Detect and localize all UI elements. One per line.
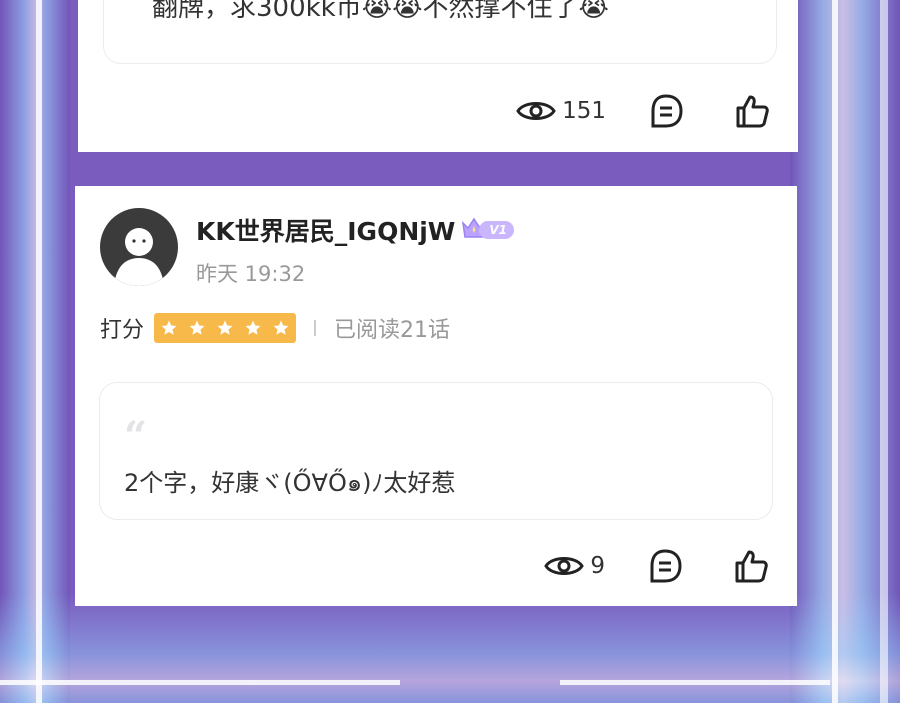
comment-quote-box: “ 2个字，好康ヾ(Ő∀Ő๑)ﾉ太好惹 (99, 382, 773, 520)
username[interactable]: KK世界居民_IGQNjW V1 (196, 212, 515, 248)
star-icon (212, 315, 239, 341)
comment-quote-box: 翻牌，求300kk币😭😭不然撑不住了😭 (103, 0, 777, 64)
view-count-button[interactable]: 9 (544, 552, 605, 580)
background-glow-bottom (0, 593, 900, 703)
comment-icon (647, 548, 683, 584)
vip-level: V1 (479, 221, 515, 239)
comment-card: 翻牌，求300kk币😭😭不然撑不住了😭 151 (78, 0, 798, 152)
comment-text: 翻牌，求300kk币😭😭不然撑不住了😭 (152, 0, 609, 23)
view-count-button[interactable]: 151 (516, 97, 606, 125)
like-button[interactable] (734, 93, 770, 129)
star-icon (184, 315, 211, 341)
avatar[interactable] (100, 208, 178, 286)
star-rating (154, 313, 297, 343)
username-text: KK世界居民_IGQNjW (196, 217, 456, 246)
star-icon (268, 315, 295, 341)
comment-actions: 9 (544, 548, 769, 584)
star-icon (156, 315, 183, 341)
eye-icon (544, 552, 585, 580)
star-icon (240, 315, 267, 341)
comment-icon (648, 93, 684, 129)
thumbs-up-icon (733, 548, 769, 584)
frame-line-bottom-left (0, 680, 400, 685)
view-count: 151 (562, 98, 606, 124)
reply-button[interactable] (648, 93, 684, 129)
background-glow-left (0, 0, 70, 703)
thumbs-up-icon (734, 93, 770, 129)
divider (314, 320, 317, 336)
comment-time: 昨天 19:32 (196, 262, 306, 286)
comment-card: KK世界居民_IGQNjW V1 昨天 19:32 打分 已阅读21话 “ 2个… (75, 186, 797, 606)
frame-line-left (36, 0, 42, 703)
like-button[interactable] (733, 548, 769, 584)
comment-text: 2个字，好康ヾ(Ő∀Ő๑)ﾉ太好惹 (124, 469, 456, 497)
quote-mark-icon: “ (124, 413, 148, 460)
rating-row: 打分 已阅读21话 (100, 312, 450, 344)
read-progress: 已阅读21话 (334, 318, 451, 343)
comment-actions: 151 (516, 93, 770, 129)
frame-line-right-outer (880, 0, 888, 703)
view-count: 9 (590, 553, 605, 579)
frame-line-right (832, 0, 838, 703)
eye-icon (516, 97, 556, 125)
rating-label: 打分 (100, 318, 145, 343)
vip-badge: V1 (461, 216, 515, 245)
frame-line-bottom-right (560, 680, 830, 685)
reply-button[interactable] (647, 548, 683, 584)
